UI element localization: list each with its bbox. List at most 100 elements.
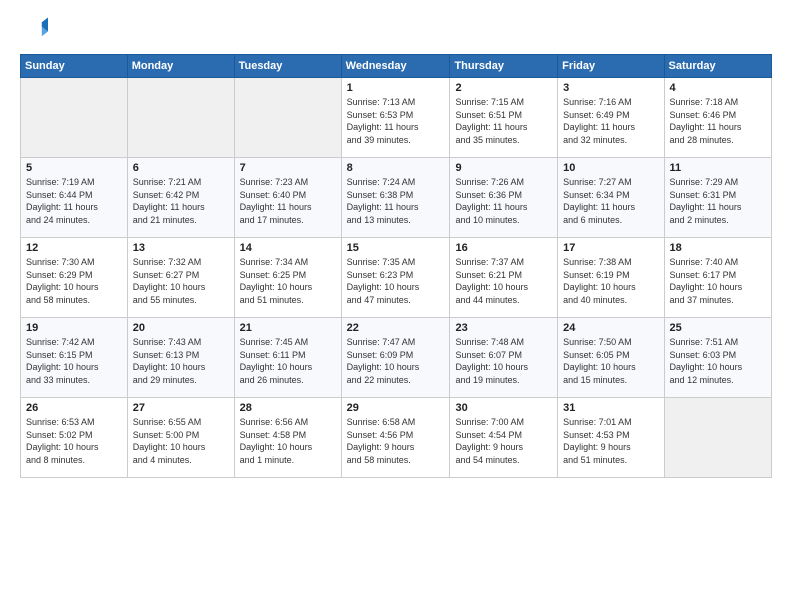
weekday-header-saturday: Saturday (664, 55, 771, 78)
calendar-cell: 27 Sunrise: 6:55 AM Sunset: 5:00 PM Dayli… (127, 398, 234, 478)
day-info: Sunrise: 7:13 AM Sunset: 6:53 PM Dayligh… (347, 96, 445, 146)
day-number: 25 (670, 322, 766, 334)
calendar-cell: 9Sunrise: 7:26 AM Sunset: 6:36 PM Daylig… (450, 158, 558, 238)
calendar-cell: 18 Sunrise: 7:40 AM Sunset: 6:17 PM Dayli… (664, 238, 771, 318)
calendar-cell: 16Sunrise: 7:37 AM Sunset: 6:21 PM Dayli… (450, 238, 558, 318)
calendar-cell: 22 Sunrise: 7:47 AM Sunset: 6:09 PM Dayli… (341, 318, 450, 398)
day-number: 15 (347, 242, 445, 254)
weekday-header-friday: Friday (558, 55, 664, 78)
calendar-cell: 20 Sunrise: 7:43 AM Sunset: 6:13 PM Dayli… (127, 318, 234, 398)
day-info: Sunrise: 7:27 AM Sunset: 6:34 PM Dayligh… (563, 176, 658, 226)
calendar-cell: 4 Sunrise: 7:18 AM Sunset: 6:46 PM Daylig… (664, 78, 771, 158)
calendar-cell: 1Sunrise: 7:13 AM Sunset: 6:53 PM Daylig… (341, 78, 450, 158)
calendar-cell: 31 Sunrise: 7:01 AM Sunset: 4:53 PM Dayli… (558, 398, 664, 478)
day-info: Sunrise: 6:56 AM Sunset: 4:58 PM Dayligh… (240, 416, 336, 466)
day-info: Sunrise: 7:47 AM Sunset: 6:09 PM Dayligh… (347, 336, 445, 386)
day-info: Sunrise: 7:42 AM Sunset: 6:15 PM Dayligh… (26, 336, 122, 386)
day-info: Sunrise: 6:55 AM Sunset: 5:00 PM Dayligh… (133, 416, 229, 466)
day-number: 14 (240, 242, 336, 254)
calendar-cell: 14 Sunrise: 7:34 AM Sunset: 6:25 PM Dayli… (234, 238, 341, 318)
day-number: 13 (133, 242, 229, 254)
day-number: 17 (563, 242, 658, 254)
page: SundayMondayTuesdayWednesdayThursdayFrid… (0, 0, 792, 612)
calendar-cell: 15Sunrise: 7:35 AM Sunset: 6:23 PM Dayli… (341, 238, 450, 318)
day-info: Sunrise: 7:15 AM Sunset: 6:51 PM Dayligh… (455, 96, 552, 146)
day-number: 24 (563, 322, 658, 334)
calendar-cell: 28 Sunrise: 6:56 AM Sunset: 4:58 PM Dayli… (234, 398, 341, 478)
calendar-cell (234, 78, 341, 158)
calendar-cell: 6 Sunrise: 7:21 AM Sunset: 6:42 PM Daylig… (127, 158, 234, 238)
calendar-cell: 19 Sunrise: 7:42 AM Sunset: 6:15 PM Dayli… (21, 318, 128, 398)
week-row-1: 1Sunrise: 7:13 AM Sunset: 6:53 PM Daylig… (21, 78, 772, 158)
day-number: 12 (26, 242, 122, 254)
day-number: 3 (563, 82, 658, 94)
day-info: Sunrise: 7:21 AM Sunset: 6:42 PM Dayligh… (133, 176, 229, 226)
weekday-header-monday: Monday (127, 55, 234, 78)
day-info: Sunrise: 7:00 AM Sunset: 4:54 PM Dayligh… (455, 416, 552, 466)
day-number: 21 (240, 322, 336, 334)
calendar-cell: 26Sunrise: 6:53 AM Sunset: 5:02 PM Dayli… (21, 398, 128, 478)
day-info: Sunrise: 7:24 AM Sunset: 6:38 PM Dayligh… (347, 176, 445, 226)
day-info: Sunrise: 7:30 AM Sunset: 6:29 PM Dayligh… (26, 256, 122, 306)
day-info: Sunrise: 7:45 AM Sunset: 6:11 PM Dayligh… (240, 336, 336, 386)
day-number: 22 (347, 322, 445, 334)
calendar-cell: 13Sunrise: 7:32 AM Sunset: 6:27 PM Dayli… (127, 238, 234, 318)
day-number: 23 (455, 322, 552, 334)
day-info: Sunrise: 7:01 AM Sunset: 4:53 PM Dayligh… (563, 416, 658, 466)
calendar-cell: 24 Sunrise: 7:50 AM Sunset: 6:05 PM Dayli… (558, 318, 664, 398)
calendar-cell (664, 398, 771, 478)
day-info: Sunrise: 7:43 AM Sunset: 6:13 PM Dayligh… (133, 336, 229, 386)
calendar-cell (21, 78, 128, 158)
day-number: 10 (563, 162, 658, 174)
calendar-cell: 10 Sunrise: 7:27 AM Sunset: 6:34 PM Dayli… (558, 158, 664, 238)
day-number: 16 (455, 242, 552, 254)
day-number: 31 (563, 402, 658, 414)
calendar-table: SundayMondayTuesdayWednesdayThursdayFrid… (20, 54, 772, 478)
day-number: 19 (26, 322, 122, 334)
weekday-header-thursday: Thursday (450, 55, 558, 78)
day-number: 27 (133, 402, 229, 414)
calendar-cell (127, 78, 234, 158)
weekday-header-tuesday: Tuesday (234, 55, 341, 78)
day-info: Sunrise: 7:51 AM Sunset: 6:03 PM Dayligh… (670, 336, 766, 386)
logo (20, 16, 52, 44)
day-number: 28 (240, 402, 336, 414)
calendar-cell: 21 Sunrise: 7:45 AM Sunset: 6:11 PM Dayli… (234, 318, 341, 398)
logo-icon (20, 16, 48, 44)
calendar-cell: 23 Sunrise: 7:48 AM Sunset: 6:07 PM Dayli… (450, 318, 558, 398)
day-info: Sunrise: 7:38 AM Sunset: 6:19 PM Dayligh… (563, 256, 658, 306)
calendar-cell: 30 Sunrise: 7:00 AM Sunset: 4:54 PM Dayli… (450, 398, 558, 478)
calendar-cell: 8 Sunrise: 7:24 AM Sunset: 6:38 PM Daylig… (341, 158, 450, 238)
day-number: 11 (670, 162, 766, 174)
week-row-3: 12 Sunrise: 7:30 AM Sunset: 6:29 PM Dayli… (21, 238, 772, 318)
day-number: 18 (670, 242, 766, 254)
day-number: 7 (240, 162, 336, 174)
day-info: Sunrise: 7:16 AM Sunset: 6:49 PM Dayligh… (563, 96, 658, 146)
weekday-header-sunday: Sunday (21, 55, 128, 78)
day-number: 5 (26, 162, 122, 174)
day-number: 20 (133, 322, 229, 334)
calendar-cell: 7Sunrise: 7:23 AM Sunset: 6:40 PM Daylig… (234, 158, 341, 238)
day-number: 30 (455, 402, 552, 414)
day-info: Sunrise: 7:40 AM Sunset: 6:17 PM Dayligh… (670, 256, 766, 306)
header (20, 16, 772, 44)
day-info: Sunrise: 6:58 AM Sunset: 4:56 PM Dayligh… (347, 416, 445, 466)
day-info: Sunrise: 7:50 AM Sunset: 6:05 PM Dayligh… (563, 336, 658, 386)
day-info: Sunrise: 7:34 AM Sunset: 6:25 PM Dayligh… (240, 256, 336, 306)
calendar-cell: 11 Sunrise: 7:29 AM Sunset: 6:31 PM Dayli… (664, 158, 771, 238)
day-number: 26 (26, 402, 122, 414)
day-number: 29 (347, 402, 445, 414)
day-number: 4 (670, 82, 766, 94)
weekday-header-row: SundayMondayTuesdayWednesdayThursdayFrid… (21, 55, 772, 78)
day-info: Sunrise: 7:29 AM Sunset: 6:31 PM Dayligh… (670, 176, 766, 226)
calendar-cell: 5Sunrise: 7:19 AM Sunset: 6:44 PM Daylig… (21, 158, 128, 238)
week-row-5: 26Sunrise: 6:53 AM Sunset: 5:02 PM Dayli… (21, 398, 772, 478)
day-info: Sunrise: 7:48 AM Sunset: 6:07 PM Dayligh… (455, 336, 552, 386)
week-row-2: 5Sunrise: 7:19 AM Sunset: 6:44 PM Daylig… (21, 158, 772, 238)
calendar-cell: 12 Sunrise: 7:30 AM Sunset: 6:29 PM Dayli… (21, 238, 128, 318)
calendar-cell: 25 Sunrise: 7:51 AM Sunset: 6:03 PM Dayli… (664, 318, 771, 398)
day-number: 6 (133, 162, 229, 174)
calendar-cell: 29 Sunrise: 6:58 AM Sunset: 4:56 PM Dayli… (341, 398, 450, 478)
day-info: Sunrise: 7:18 AM Sunset: 6:46 PM Dayligh… (670, 96, 766, 146)
day-number: 8 (347, 162, 445, 174)
